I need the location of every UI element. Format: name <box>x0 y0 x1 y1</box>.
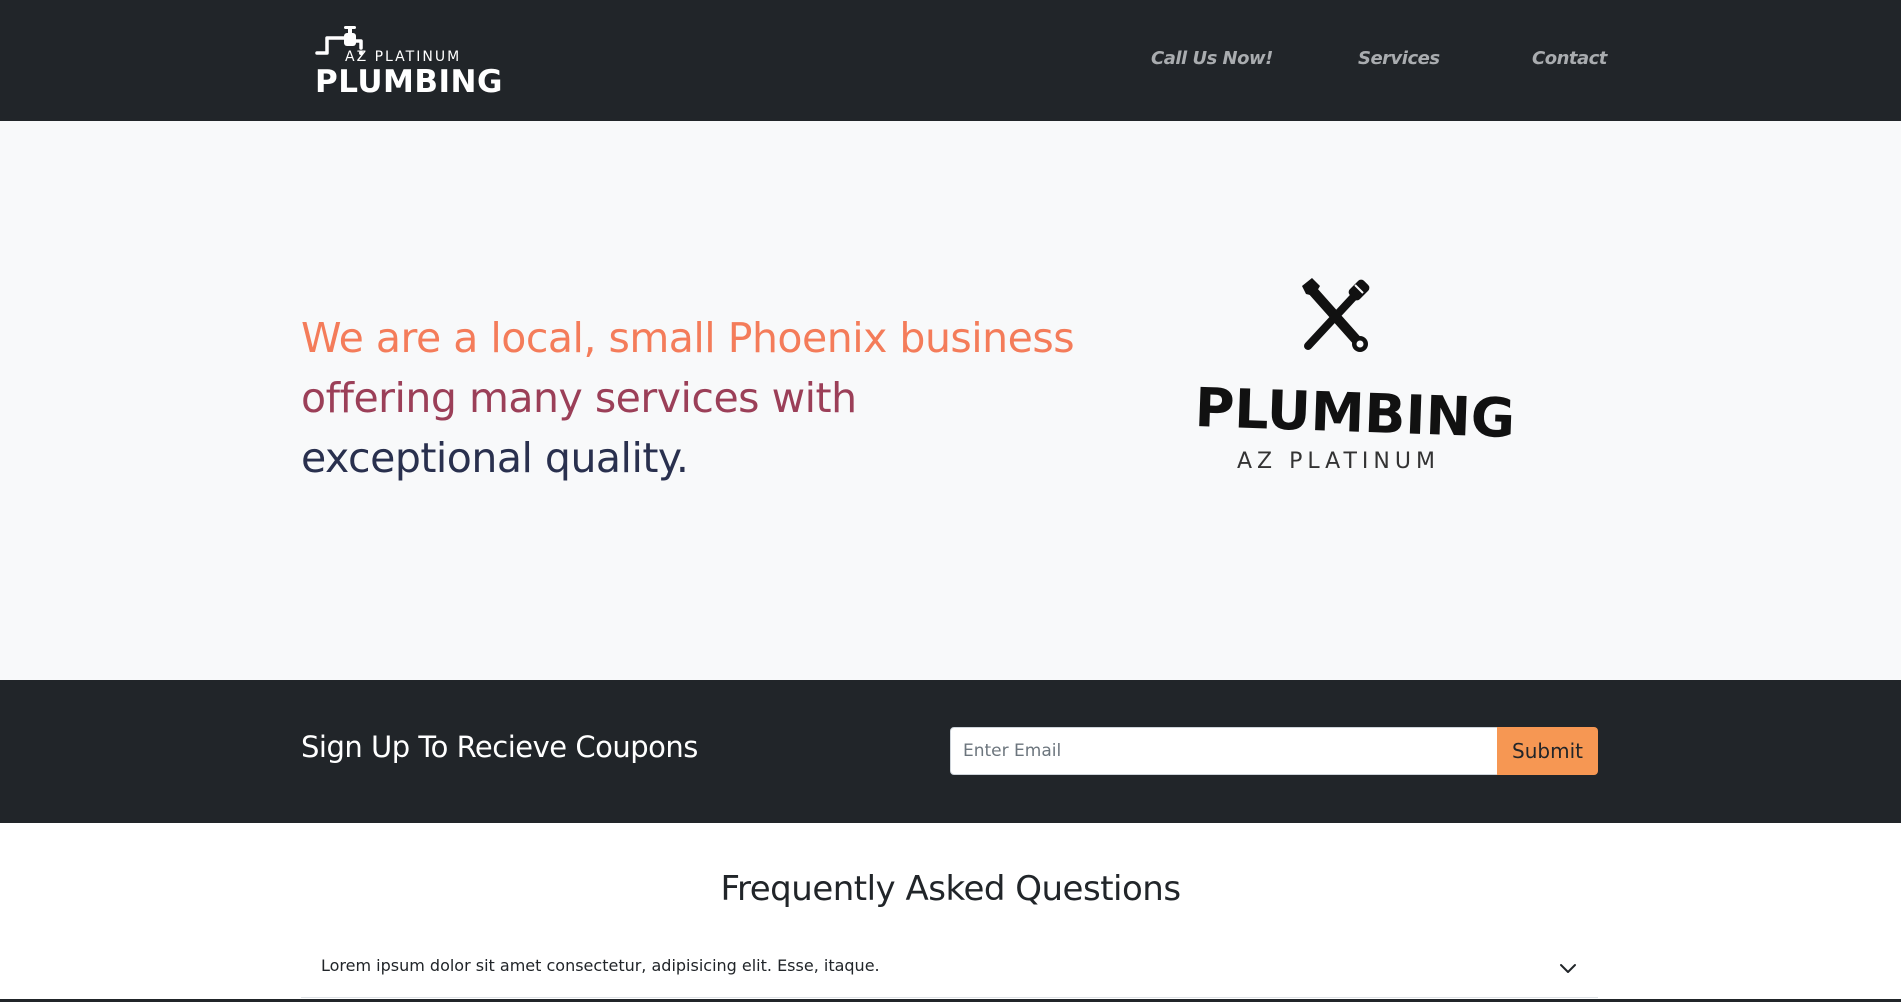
hero-section: We are a local, small Phoenix business o… <box>0 121 1901 680</box>
submit-button[interactable]: Submit <box>1497 727 1598 775</box>
crossed-wrench-screwdriver-icon <box>1302 278 1370 352</box>
brand-top-text: AZ PLATINUM <box>345 49 462 65</box>
coupon-signup-section: Sign Up To Recieve Coupons Submit <box>0 680 1901 823</box>
hero-logo: PLUMBING AZ PLATINUM <box>1190 276 1516 476</box>
faq-question: Lorem ipsum dolor sit amet consectetur, … <box>321 956 880 975</box>
email-input[interactable] <box>950 727 1498 775</box>
nav-link-contact[interactable]: Contact <box>1532 48 1607 69</box>
brand-logo-link[interactable]: AZ PLATINUM PLUMBING <box>315 25 502 100</box>
nav-link-services[interactable]: Services <box>1358 48 1440 69</box>
faq-title: Frequently Asked Questions <box>720 869 1181 909</box>
hero-logo-word: PLUMBING <box>1193 376 1517 451</box>
top-navbar: AZ PLATINUM PLUMBING Call Us Now! Servic… <box>0 0 1901 121</box>
hero-line-3: exceptional quality. <box>301 434 689 482</box>
hero-logo-sub: AZ PLATINUM <box>1237 449 1440 474</box>
hero-headline: We are a local, small Phoenix business o… <box>301 308 1075 488</box>
hero-line-2: offering many services with <box>301 374 857 422</box>
chevron-down-icon[interactable] <box>1558 958 1578 978</box>
nav-link-call-us[interactable]: Call Us Now! <box>1151 48 1273 69</box>
signup-title: Sign Up To Recieve Coupons <box>301 730 698 764</box>
faq-accordion-item[interactable]: Lorem ipsum dolor sit amet consectetur, … <box>301 938 1598 998</box>
brand-main-text: PLUMBING <box>315 64 503 100</box>
faq-section: Frequently Asked Questions Lorem ipsum d… <box>0 823 1901 1002</box>
hero-line-1: We are a local, small Phoenix business <box>301 314 1075 362</box>
